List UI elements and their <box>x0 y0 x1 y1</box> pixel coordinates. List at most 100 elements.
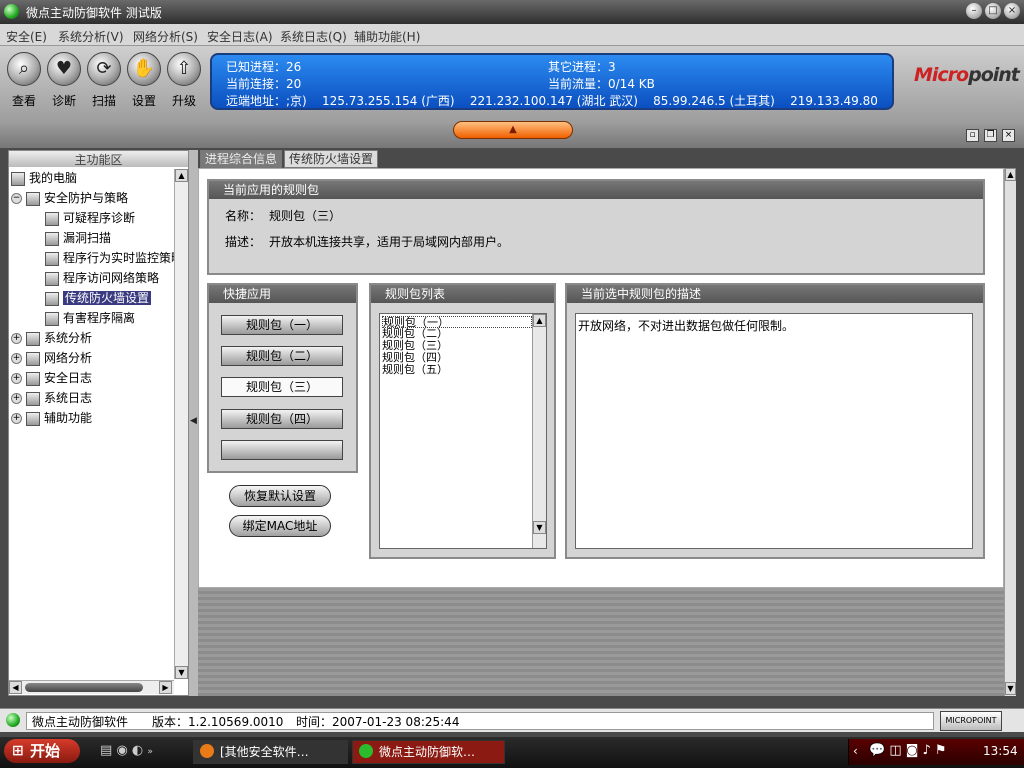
expand-icon[interactable]: + <box>11 333 22 344</box>
panel-minimize-button[interactable]: ▫ <box>966 129 979 142</box>
content-scroll-down-icon[interactable]: ▼ <box>1005 682 1016 695</box>
sidebar-item[interactable]: 传统防火墙设置 <box>45 289 152 307</box>
rule-listbox[interactable]: 规则包（一） 规则包（二） 规则包（三） 规则包（四） 规则包（五） ▲ ▼ <box>379 313 547 549</box>
horizontal-scroll-thumb[interactable] <box>25 683 143 692</box>
sidebar-item[interactable]: + 系统日志 <box>11 389 92 407</box>
quick-rule-1-button[interactable]: 规则包（一） <box>221 315 343 335</box>
sidebar-item[interactable]: 我的电脑 <box>11 169 77 187</box>
security-log-icon <box>26 371 40 386</box>
menu-tools[interactable]: 辅助功能(H) <box>354 28 420 45</box>
search-icon <box>45 231 59 246</box>
expand-icon[interactable]: + <box>11 413 22 424</box>
current-connections: 当前连接：20 <box>226 77 302 91</box>
current-rule-header: 当前应用的规则包 <box>209 181 983 199</box>
content-area: 当前应用的规则包 名称： 规则包（三） 描述： 开放本机连接共享，适用于局域网内… <box>198 168 1004 588</box>
sidebar-item[interactable]: − 安全防护与策略 <box>11 189 128 207</box>
status-time: 时间：2007-01-23 08:25:44 <box>296 715 460 729</box>
firefox-icon[interactable]: ◐ <box>132 743 143 758</box>
sidebar-item[interactable]: + 安全日志 <box>11 369 92 387</box>
sidebar-item[interactable]: + 系统分析 <box>11 329 92 347</box>
sidebar-item[interactable]: 程序行为实时监控策略 <box>45 249 183 267</box>
scroll-right-icon[interactable]: ▶ <box>159 681 172 694</box>
current-traffic: 当前流量：0/14 KB <box>548 77 655 91</box>
expand-icon[interactable]: + <box>11 393 22 404</box>
tray-collapse-icon[interactable]: ‹ <box>853 744 858 758</box>
quick-apply-header: 快捷应用 <box>209 285 356 303</box>
tab-firewall-settings[interactable]: 传统防火墙设置 <box>284 150 379 168</box>
rule-description-panel: 当前选中规则包的描述 开放网络，不对进出数据包做任何限制。 <box>565 283 985 559</box>
scroll-left-icon[interactable]: ◀ <box>9 681 22 694</box>
tray-icons[interactable]: 💬 ◫ ◙ ♪ ⚑ <box>869 743 947 758</box>
minimize-button[interactable]: – <box>966 3 982 19</box>
quick-rule-2-button[interactable]: 规则包（二） <box>221 346 343 366</box>
sidebar-item-label: 我的电脑 <box>29 171 78 185</box>
expand-icon[interactable]: + <box>11 353 22 364</box>
sidebar-horizontal-scrollbar[interactable]: ◀ ▶ <box>9 680 174 694</box>
start-label: 开始 <box>30 742 61 760</box>
diagnose-button[interactable]: ♥ 诊断 <box>44 52 84 109</box>
sidebar-item[interactable]: + 辅助功能 <box>11 409 92 427</box>
sidebar-item-label: 系统分析 <box>44 331 93 345</box>
content-scroll-up-icon[interactable]: ▲ <box>1005 168 1016 181</box>
quick-rule-5-button[interactable] <box>221 440 343 460</box>
view-button[interactable]: ⌕ 查看 <box>4 52 44 109</box>
task-micropoint-label: 微点主动防御软… <box>379 745 476 759</box>
start-button[interactable]: ⊞ 开始 <box>4 739 80 763</box>
scan-icon: ⟳ <box>87 52 121 86</box>
list-scroll-down-icon[interactable]: ▼ <box>533 521 546 534</box>
menu-system-log[interactable]: 系统日志(Q) <box>280 28 347 45</box>
collapse-toolbar-button[interactable]: ▲ <box>453 121 573 139</box>
status-app-name: 微点主动防御软件 <box>32 715 129 729</box>
maximize-button[interactable]: □ <box>985 3 1001 19</box>
status-version: 版本：1.2.10569.0010 <box>152 715 284 729</box>
menu-security-log[interactable]: 安全日志(A) <box>207 28 273 45</box>
show-desktop-icon[interactable]: ▤ <box>100 743 112 758</box>
menu-security[interactable]: 安全(E) <box>6 28 47 45</box>
task-micropoint[interactable]: 微点主动防御软… <box>352 740 505 764</box>
restore-defaults-button[interactable]: 恢复默认设置 <box>229 485 331 507</box>
expand-tray-icon[interactable]: » <box>147 747 153 757</box>
scroll-up-icon[interactable]: ▲ <box>175 169 188 182</box>
settings-button[interactable]: ✋ 设置 <box>124 52 164 109</box>
rule-description-text[interactable]: 开放网络，不对进出数据包做任何限制。 <box>575 313 973 549</box>
rule-list-panel: 规则包列表 规则包（一） 规则包（二） 规则包（三） 规则包（四） 规则包（五） ▲ ▼ <box>369 283 556 559</box>
known-processes: 已知进程：26 <box>226 60 302 74</box>
view-label: 查看 <box>11 94 36 108</box>
system-tray: ‹ 💬 ◫ ◙ ♪ ⚑ 13:54 <box>848 739 1024 765</box>
quick-rule-3-button[interactable]: 规则包（三） <box>221 377 343 397</box>
sidebar-item[interactable]: 可疑程序诊断 <box>45 209 135 227</box>
scan-button[interactable]: ⟳ 扫描 <box>84 52 124 109</box>
rule-list-scrollbar[interactable]: ▲ ▼ <box>532 314 546 548</box>
content-vertical-scrollbar[interactable]: ▲ ▼ <box>1004 168 1016 696</box>
sidebar-vertical-scrollbar[interactable]: ▲ ▼ <box>174 169 188 679</box>
quick-rule-4-button[interactable]: 规则包（四） <box>221 409 343 429</box>
upgrade-button[interactable]: ⇧ 升级 <box>164 52 204 109</box>
menu-system-analysis[interactable]: 系统分析(V) <box>58 28 124 45</box>
sidebar-item[interactable]: 有害程序隔离 <box>45 309 135 327</box>
rule-list-item[interactable]: 规则包（五） <box>382 364 532 376</box>
scroll-down-icon[interactable]: ▼ <box>175 666 188 679</box>
content-lower-area <box>198 588 1004 696</box>
task-other-security[interactable]: [其他安全软件… <box>193 740 348 764</box>
menu-network-analysis[interactable]: 网络分析(S) <box>133 28 198 45</box>
expand-icon[interactable]: + <box>11 373 22 384</box>
sidebar-item-label: 漏洞扫描 <box>63 231 112 245</box>
panel-close-button[interactable]: × <box>1002 129 1015 142</box>
diagnose-icon: ♥ <box>47 52 81 86</box>
list-scroll-up-icon[interactable]: ▲ <box>533 314 546 327</box>
sidebar-item[interactable]: 程序访问网络策略 <box>45 269 159 287</box>
panel-splitter[interactable]: ◀ <box>189 150 198 696</box>
network-analysis-icon <box>26 351 40 366</box>
sidebar-header: 主功能区 <box>9 151 188 167</box>
sidebar-item-label: 程序访问网络策略 <box>63 271 160 285</box>
browser-icon[interactable]: ◉ <box>116 743 127 758</box>
panel-restore-button[interactable]: ❐ <box>984 129 997 142</box>
bind-mac-button[interactable]: 绑定MAC地址 <box>229 515 331 537</box>
sidebar-item-label: 有害程序隔离 <box>63 311 136 325</box>
tab-process-info[interactable]: 进程综合信息 <box>200 150 283 168</box>
menu-bar: 安全(E) 系统分析(V) 网络分析(S) 安全日志(A) 系统日志(Q) 辅助… <box>0 24 1024 46</box>
sidebar-item[interactable]: 漏洞扫描 <box>45 229 111 247</box>
close-button[interactable]: × <box>1004 3 1020 19</box>
sidebar-item[interactable]: + 网络分析 <box>11 349 92 367</box>
collapse-icon[interactable]: − <box>11 193 22 204</box>
